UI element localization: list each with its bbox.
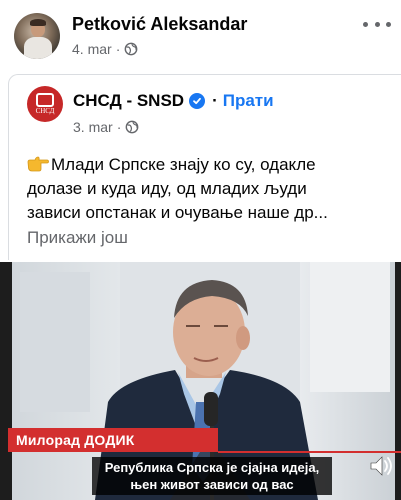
speaker-name: Милорад ДОДИК xyxy=(16,432,135,448)
shared-post-card: СНСД СНСД - SNSD · Прати 3. mar · Млади … xyxy=(8,74,401,260)
page-logo-text: СНСД xyxy=(35,107,55,115)
name-lower-third: Милорад ДОДИК xyxy=(8,428,218,452)
post-text-line: зависи опстанак и очување наше др... xyxy=(27,203,328,222)
speaker-muted-icon[interactable] xyxy=(369,454,395,478)
author-name[interactable]: Petković Aleksandar xyxy=(72,14,247,35)
post-text-line: Млади Српске знају ко су, одакле xyxy=(27,153,397,177)
more-options-button[interactable] xyxy=(363,14,391,34)
subtitle-line: њен живот зависи од вас xyxy=(130,477,294,492)
shared-post-date[interactable]: 3. mar xyxy=(73,119,113,135)
page-name[interactable]: СНСД - SNSD xyxy=(73,91,184,111)
subtitle-line: Република Српска је сјајна идеја, xyxy=(104,460,320,475)
page-header: СНСД - SNSD · Прати xyxy=(73,91,274,111)
post-text: Млади Српске знају ко су, одакле долазе … xyxy=(27,153,397,225)
globe-icon xyxy=(124,42,138,56)
page-logo[interactable]: СНСД xyxy=(27,86,63,122)
meta-separator: · xyxy=(116,119,122,135)
globe-icon xyxy=(125,120,139,134)
pointing-right-emoji-icon xyxy=(27,156,49,172)
post-text-line: долазе и куда иду, од младих људи xyxy=(27,179,307,198)
more-options-icon xyxy=(363,21,368,27)
outer-post-date[interactable]: 4. mar xyxy=(72,41,112,57)
video-player[interactable]: Милорад ДОДИК Република Српска је сјајна… xyxy=(0,262,401,500)
outer-post-header: Petković Aleksandar 4. mar · xyxy=(0,0,401,70)
see-more-link[interactable]: Прикажи још xyxy=(27,228,128,248)
verified-badge-icon xyxy=(189,93,206,109)
meta-separator: · xyxy=(115,41,121,57)
shared-post-meta: 3. mar · xyxy=(73,119,139,135)
follow-button[interactable]: Прати xyxy=(223,91,274,111)
author-avatar[interactable] xyxy=(14,13,60,59)
lower-third-line xyxy=(218,451,401,453)
outer-post-meta: 4. mar · xyxy=(72,41,138,57)
follow-separator: · xyxy=(212,91,218,110)
video-subtitle: Република Српска је сјајна идеја, њен жи… xyxy=(92,457,332,495)
